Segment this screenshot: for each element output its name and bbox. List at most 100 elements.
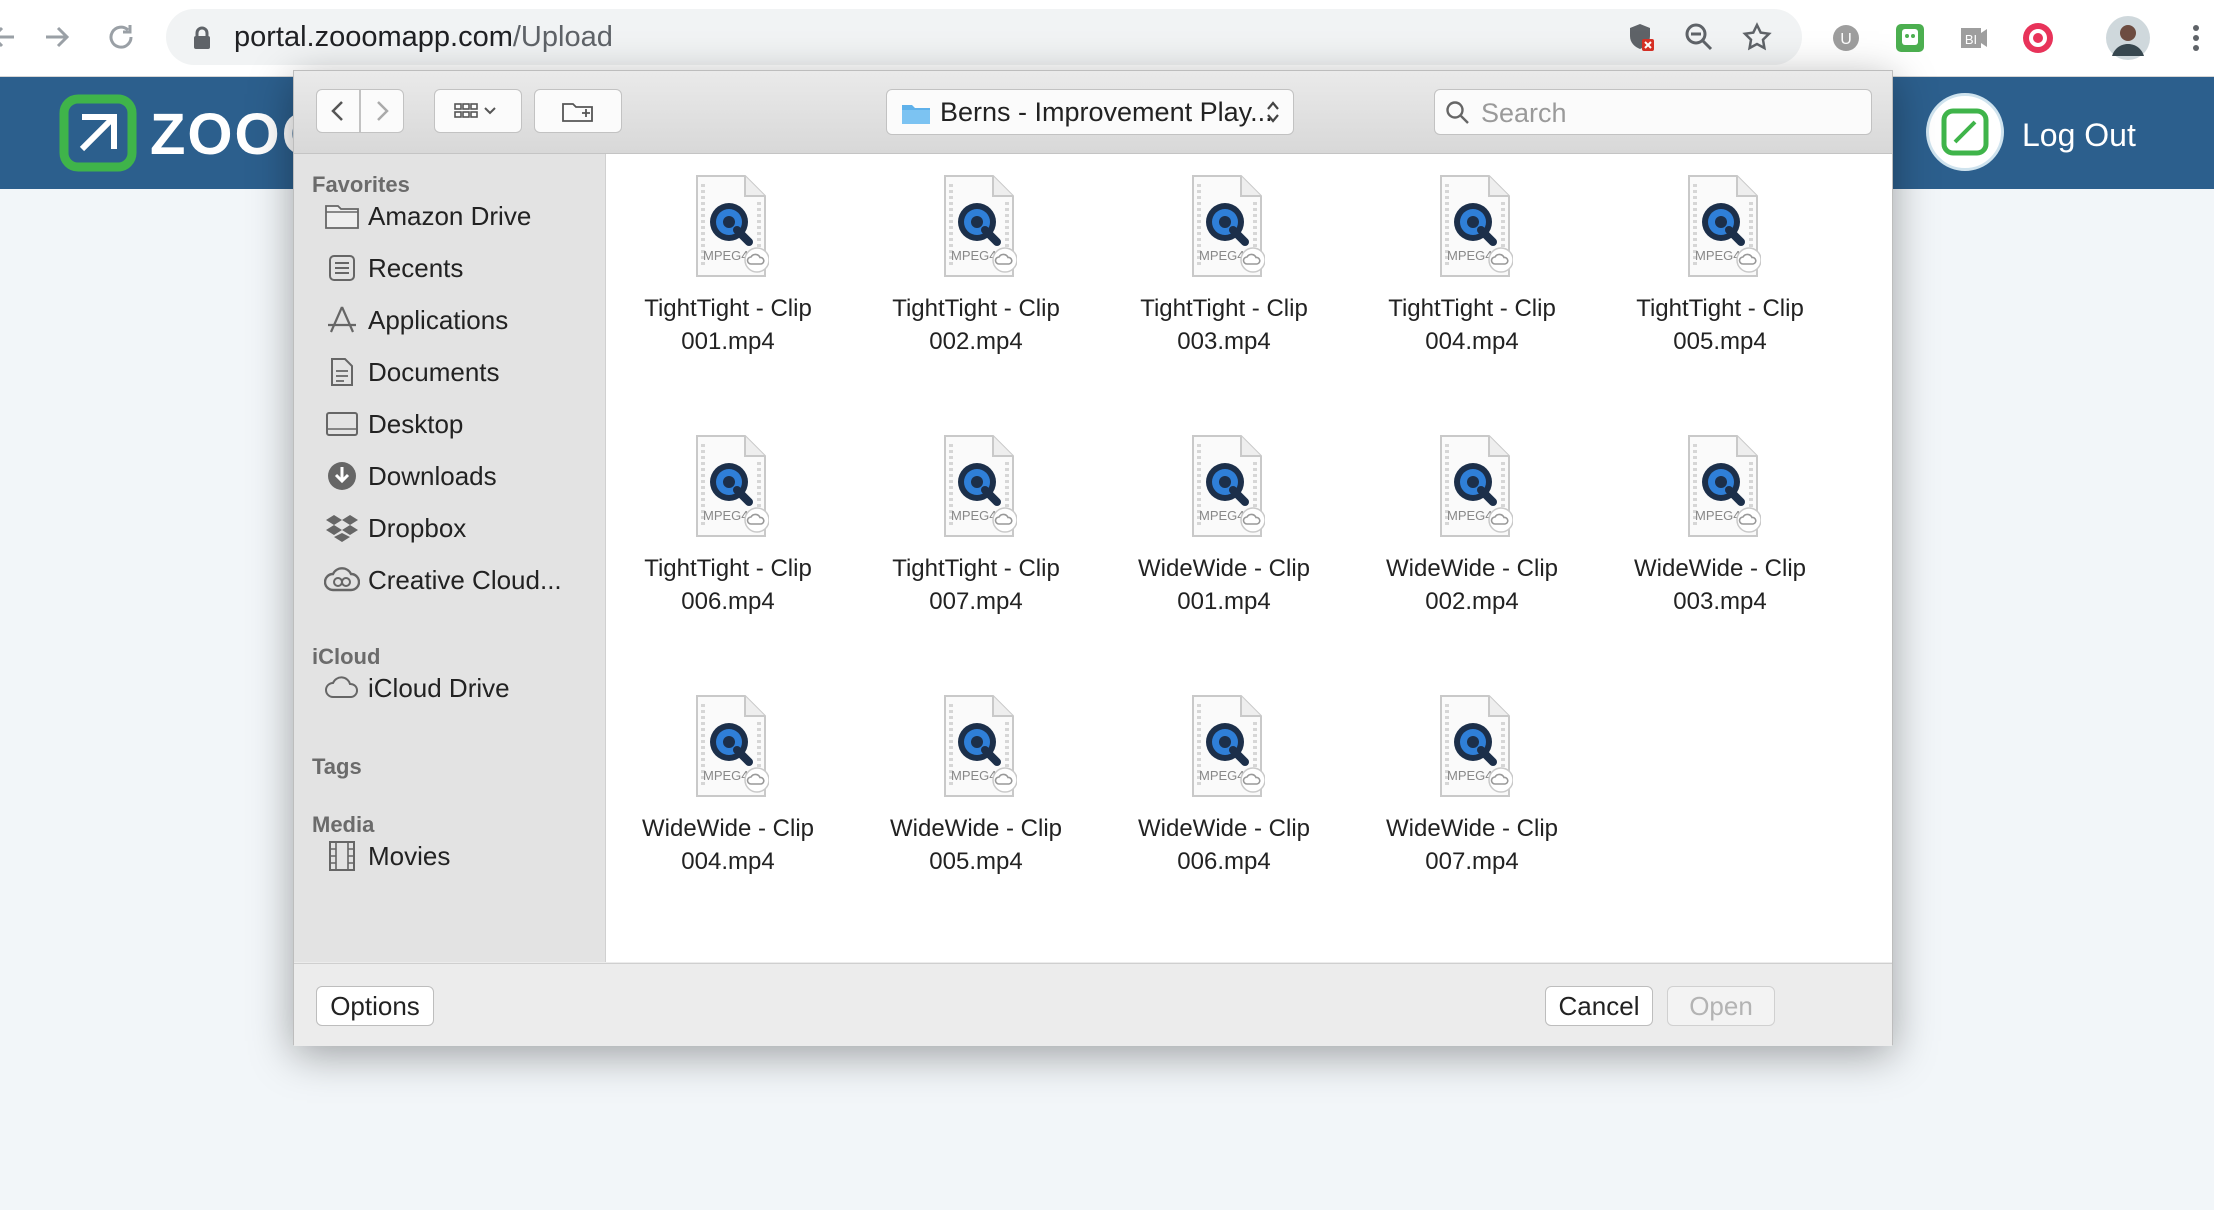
movies-icon: [324, 838, 360, 874]
address-bar[interactable]: portal.zooomapp.com/Upload: [166, 9, 1802, 65]
location-label: Berns - Improvement Play...: [940, 97, 1273, 127]
file-name: TightTight - Clip 007.mp4: [856, 552, 1096, 618]
file-name-line1: WideWide - Clip: [1137, 555, 1311, 582]
file-type-badge: MPEG4: [1447, 508, 1493, 523]
file-type-badge: MPEG4: [951, 508, 997, 523]
file-type-badge: MPEG4: [1199, 248, 1245, 263]
file-type-badge: MPEG4: [1447, 768, 1493, 783]
sidebar-item-recents[interactable]: Recents: [324, 248, 599, 288]
creative-cloud-icon: [324, 562, 360, 598]
zoom-icon[interactable]: [1684, 22, 1714, 52]
bookmark-star-icon[interactable]: [1742, 22, 1772, 52]
svg-text:U: U: [1840, 31, 1852, 48]
dialog-footer: Options Cancel Open: [294, 963, 1892, 1046]
applications-icon: [324, 302, 360, 338]
file-item[interactable]: MPEG4 TightTight - Clip 004.mp4: [1352, 164, 1592, 384]
file-item[interactable]: MPEG4 TightTight - Clip 006.mp4: [608, 424, 848, 644]
sidebar-item-creative-cloud[interactable]: Creative Cloud...: [324, 560, 599, 600]
sidebar-item-icloud-drive[interactable]: iCloud Drive: [324, 668, 599, 708]
extension-red-icon[interactable]: [2020, 20, 2056, 56]
sidebar-item-label: Dropbox: [368, 512, 467, 543]
sidebar-item-label: Documents: [368, 356, 500, 387]
extension-bi-icon[interactable]: BI: [1956, 20, 1992, 56]
reload-button[interactable]: [98, 14, 144, 60]
file-item[interactable]: MPEG4 WideWide - Clip 004.mp4: [608, 684, 848, 904]
sidebar-item-movies[interactable]: Movies: [324, 836, 599, 876]
options-button[interactable]: Options: [316, 986, 434, 1026]
quicktime-movie-icon: MPEG4: [944, 435, 1017, 537]
new-folder-icon: [562, 103, 593, 122]
sidebar-item-label: Applications: [368, 304, 509, 335]
file-item[interactable]: MPEG4 TightTight - Clip 005.mp4: [1600, 164, 1840, 384]
folder-icon: [324, 198, 360, 234]
file-open-dialog: Berns - Improvement Play... Favorites Am…: [293, 70, 1893, 1046]
file-item[interactable]: MPEG4 TightTight - Clip 001.mp4: [608, 164, 848, 384]
lock-icon: [192, 26, 212, 55]
file-type-badge: MPEG4: [703, 248, 749, 263]
dialog-toolbar: Berns - Improvement Play...: [294, 71, 1892, 154]
file-name-line1: WideWide - Clip: [889, 815, 1063, 842]
file-item[interactable]: MPEG4 TightTight - Clip 007.mp4: [856, 424, 1096, 644]
file-item[interactable]: MPEG4 WideWide - Clip 005.mp4: [856, 684, 1096, 904]
blocked-shield-icon[interactable]: [1626, 22, 1656, 52]
quicktime-movie-icon: MPEG4: [1192, 435, 1265, 537]
sidebar-item-documents[interactable]: Documents: [324, 352, 599, 392]
back-nav-button[interactable]: [316, 89, 360, 133]
file-name-line2: 002.mp4: [929, 328, 1023, 355]
logout-link[interactable]: Log Out: [2022, 117, 2136, 154]
media-heading: Media: [312, 812, 375, 837]
file-item[interactable]: MPEG4 TightTight - Clip 002.mp4: [856, 164, 1096, 384]
file-name: TightTight - Clip 001.mp4: [608, 292, 848, 358]
downloads-icon: [324, 458, 360, 494]
search-input[interactable]: [1479, 94, 1863, 132]
svg-text:BI: BI: [1965, 32, 1977, 47]
file-item[interactable]: MPEG4 WideWide - Clip 006.mp4: [1104, 684, 1344, 904]
search-field[interactable]: [1434, 89, 1872, 135]
url-text: portal.zooomapp.com/Upload: [234, 21, 613, 54]
file-item[interactable]: MPEG4 WideWide - Clip 007.mp4: [1352, 684, 1592, 904]
url-path: /Upload: [512, 21, 613, 53]
quicktime-movie-icon: MPEG4: [944, 695, 1017, 797]
file-name-line2: 004.mp4: [681, 848, 775, 875]
file-name-line1: TightTight - Clip: [1636, 295, 1804, 322]
file-name: WideWide - Clip 007.mp4: [1352, 812, 1592, 878]
sidebar-item-amazon-drive[interactable]: Amazon Drive: [324, 196, 599, 236]
file-type-badge: MPEG4: [1447, 248, 1493, 263]
profile-avatar[interactable]: [2106, 16, 2150, 60]
open-button[interactable]: Open: [1667, 986, 1775, 1026]
sidebar-item-downloads[interactable]: Downloads: [324, 456, 599, 496]
cancel-button[interactable]: Cancel: [1545, 986, 1653, 1026]
zooom-logo-icon[interactable]: [58, 93, 138, 173]
new-folder-button[interactable]: [534, 89, 622, 133]
quicktime-movie-icon: MPEG4: [1440, 695, 1513, 797]
sidebar-item-desktop[interactable]: Desktop: [324, 404, 599, 444]
dropbox-icon: [324, 510, 360, 546]
view-mode-button[interactable]: [434, 89, 522, 133]
location-popup[interactable]: Berns - Improvement Play...: [886, 89, 1294, 135]
browser-toolbar: portal.zooomapp.com/Upload U BI: [0, 0, 2214, 77]
file-name: WideWide - Clip 002.mp4: [1352, 552, 1592, 618]
file-name-line1: TightTight - Clip: [892, 555, 1060, 582]
file-name-line1: TightTight - Clip: [1140, 295, 1308, 322]
extension-u-icon[interactable]: U: [1828, 20, 1864, 56]
file-item[interactable]: MPEG4 WideWide - Clip 001.mp4: [1104, 424, 1344, 644]
file-item[interactable]: MPEG4 WideWide - Clip 002.mp4: [1352, 424, 1592, 644]
sidebar-item-applications[interactable]: Applications: [324, 300, 599, 340]
file-name-line2: 007.mp4: [929, 588, 1023, 615]
browser-menu-icon[interactable]: [2178, 20, 2214, 56]
quicktime-movie-icon: MPEG4: [1192, 175, 1265, 277]
sidebar-item-label: Amazon Drive: [368, 200, 532, 231]
quicktime-movie-icon: MPEG4: [696, 695, 769, 797]
file-item[interactable]: MPEG4 WideWide - Clip 003.mp4: [1600, 424, 1840, 644]
extension-green-icon[interactable]: [1892, 20, 1928, 56]
forward-nav-button[interactable]: [360, 89, 404, 133]
grid-view-icon: [454, 103, 496, 118]
back-button[interactable]: [0, 14, 26, 60]
quicktime-movie-icon: MPEG4: [944, 175, 1017, 277]
forward-button[interactable]: [34, 14, 80, 60]
account-logo-icon[interactable]: [1926, 93, 2004, 171]
search-icon: [1445, 100, 1471, 131]
sidebar-item-dropbox[interactable]: Dropbox: [324, 508, 599, 548]
file-name-line2: 005.mp4: [929, 848, 1023, 875]
file-item[interactable]: MPEG4 TightTight - Clip 003.mp4: [1104, 164, 1344, 384]
